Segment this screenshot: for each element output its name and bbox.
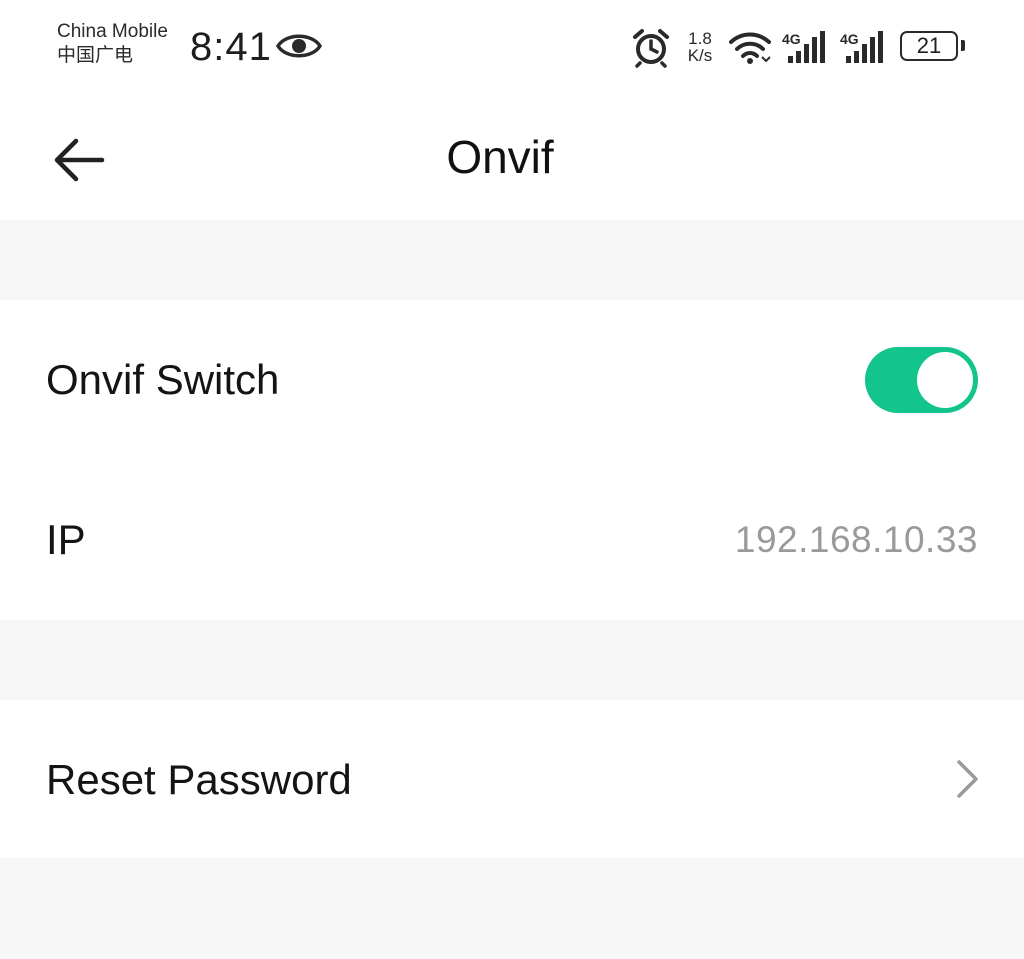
carrier-info: China Mobile 中国广电 <box>57 20 187 68</box>
page-title: Onvif <box>446 131 554 183</box>
chevron-right-icon <box>952 758 982 805</box>
network-speed-value: 1.8 <box>688 29 712 48</box>
onvif-switch-label: Onvif Switch <box>46 356 280 403</box>
reset-password-label: Reset Password <box>46 756 352 803</box>
app-header: Onvif <box>0 95 1024 220</box>
password-section: Reset Password <box>0 700 1024 858</box>
battery-tip <box>961 40 965 51</box>
signal-1-label: 4G <box>782 31 801 47</box>
battery-level: 21 <box>916 33 942 58</box>
onvif-settings-section: Onvif Switch IP 192.168.10.33 <box>0 300 1024 620</box>
signal-icon: 4G <box>840 30 888 71</box>
ip-label: IP <box>46 516 86 563</box>
battery-icon: 21 <box>900 31 958 61</box>
carrier-secondary: 中国广电 <box>57 45 134 66</box>
network-speed: 1.8 K/s <box>682 30 718 64</box>
ip-value: 192.168.10.33 <box>734 519 978 560</box>
eye-icon <box>275 30 323 67</box>
onvif-switch-toggle[interactable] <box>865 347 978 413</box>
toggle-knob <box>917 352 973 408</box>
onvif-switch-row: Onvif Switch <box>0 300 1024 460</box>
wifi-icon <box>728 30 772 71</box>
signal-2-label: 4G <box>840 31 859 47</box>
signal-icon: 4G <box>782 30 830 71</box>
clock: 8:41 <box>190 25 272 69</box>
status-bar: China Mobile 中国广电 8:41 1.8 K/s 4G 4G 21 <box>0 0 1024 95</box>
alarm-icon <box>632 28 670 73</box>
ip-row: IP 192.168.10.33 <box>0 460 1024 620</box>
network-speed-unit: K/s <box>687 46 713 65</box>
reset-password-row[interactable]: Reset Password <box>0 700 1024 858</box>
carrier-primary: China Mobile <box>57 21 168 42</box>
